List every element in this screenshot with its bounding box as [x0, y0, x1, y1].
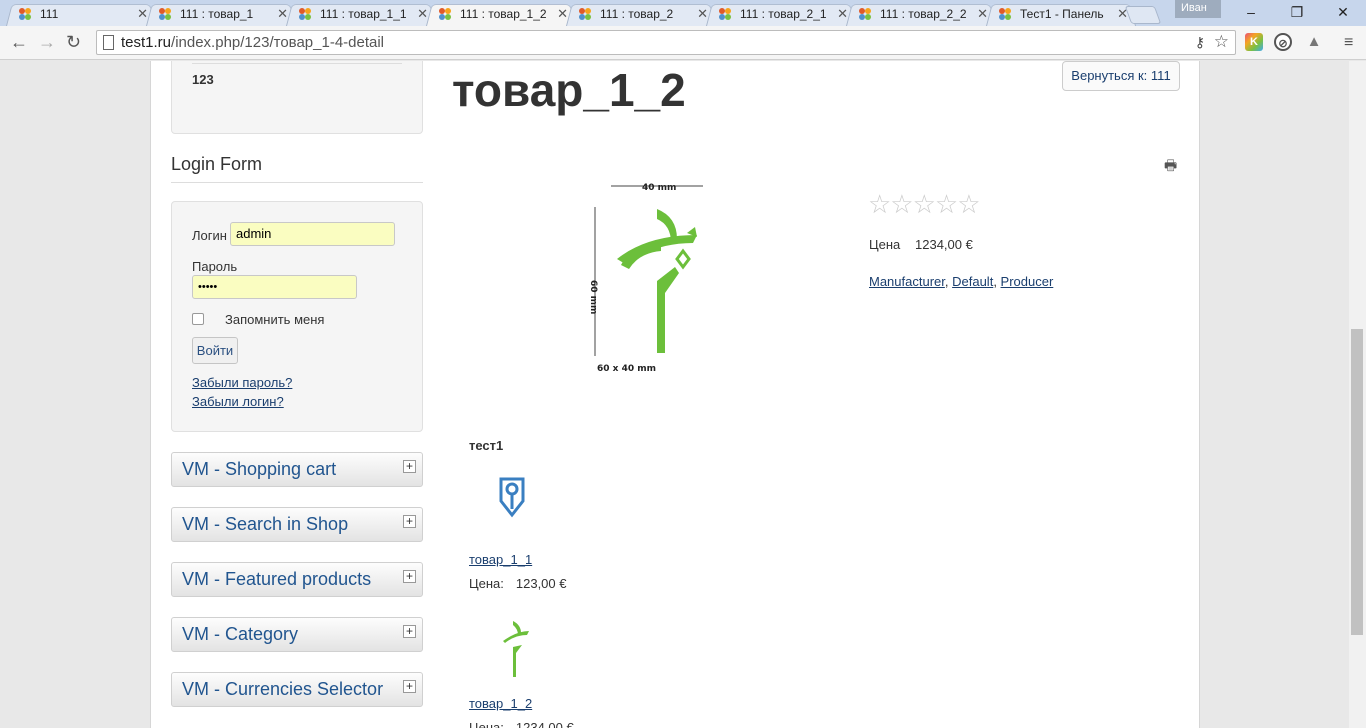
new-tab-button[interactable]	[1124, 6, 1162, 24]
menu-icon[interactable]: ≡	[1344, 34, 1353, 52]
profile-badge[interactable]: Иван	[1175, 0, 1221, 18]
back-target: 111	[1150, 68, 1171, 83]
module-label: VM - Category	[182, 624, 299, 644]
module-featured-products[interactable]: VM - Featured products +	[171, 562, 423, 597]
password-label: Пароль	[192, 259, 238, 274]
tab-tovar-2[interactable]: 111 : товар_2 ✕	[566, 2, 716, 26]
module-search-in-shop[interactable]: VM - Search in Shop +	[171, 507, 423, 542]
image-dimension-top: 40 mm	[642, 183, 676, 193]
page-viewport: 123 Login Form Логин admin Пароль ••••• …	[0, 61, 1366, 728]
expand-icon[interactable]: +	[403, 460, 416, 473]
joomla-icon	[439, 8, 451, 20]
username-field[interactable]: admin	[230, 222, 395, 246]
module-shopping-cart[interactable]: VM - Shopping cart +	[171, 452, 423, 487]
reload-icon[interactable]: ↻	[66, 32, 81, 53]
tab-111[interactable]: 111 ✕	[6, 2, 156, 26]
tab-test1-panel[interactable]: Тест1 - Панель ✕	[986, 2, 1136, 26]
back-label: Вернуться к:	[1071, 68, 1148, 83]
login-form-title: Login Form	[171, 154, 423, 183]
star-icon[interactable]: ☆	[1214, 32, 1229, 52]
tab-title: 111 : товар_2_2	[880, 7, 967, 21]
price-label: Цена	[869, 237, 901, 252]
joomla-icon	[719, 8, 731, 20]
login-button[interactable]: Войти	[192, 337, 238, 364]
back-to-category-button[interactable]: Вернуться к: 111	[1062, 61, 1180, 91]
manufacturer-link[interactable]: Producer	[1001, 274, 1054, 289]
expand-icon[interactable]: +	[403, 570, 416, 583]
tab-tovar-2-1[interactable]: 111 : товар_2_1 ✕	[706, 2, 856, 26]
tab-title: Тест1 - Панель	[1020, 7, 1104, 21]
print-icon[interactable]: 🖶	[1164, 155, 1177, 179]
tab-tovar-1[interactable]: 111 : товар_1 ✕	[146, 2, 296, 26]
module-currencies-selector[interactable]: VM - Currencies Selector +	[171, 672, 423, 707]
page-icon	[103, 35, 114, 50]
forgot-password-link[interactable]: Забыли пароль?	[192, 375, 292, 390]
related-product-link[interactable]: товар_1_1	[469, 552, 532, 567]
tab-title: 111 : товар_1_2	[460, 7, 547, 21]
tab-tovar-1-2[interactable]: 111 : товар_1_2 ✕	[426, 2, 576, 26]
manufacturer-link[interactable]: Default	[952, 274, 993, 289]
back-arrow-icon[interactable]: ←	[10, 32, 28, 53]
related-product-price: Цена: 1234,00 €	[469, 720, 574, 728]
joomla-icon	[159, 8, 171, 20]
forward-arrow-icon[interactable]: →	[38, 32, 56, 53]
expand-icon[interactable]: +	[403, 515, 416, 528]
module-label: VM - Featured products	[182, 569, 372, 589]
product-image[interactable]: 40 mm 60 mm 60 x 40 mm	[587, 181, 707, 375]
related-product-image[interactable]	[489, 465, 533, 535]
tab-tovar-1-1[interactable]: 111 : товар_1_1 ✕	[286, 2, 436, 26]
tab-title: 111 : товар_1_1	[320, 7, 407, 21]
remember-me-checkbox[interactable]	[192, 313, 204, 325]
scrollbar-thumb[interactable]	[1351, 329, 1363, 635]
minimize-icon[interactable]: –	[1228, 0, 1274, 24]
joomla-icon	[999, 8, 1011, 20]
key-icon[interactable]: ⚷	[1195, 34, 1205, 51]
restore-icon[interactable]: ❐	[1274, 0, 1320, 24]
rating-stars: ☆☆☆☆☆	[868, 189, 981, 219]
manufacturer-list: Manufacturer, Default, Producer	[869, 274, 1054, 289]
extension-compass-icon[interactable]: ⊘	[1274, 33, 1292, 51]
expand-icon[interactable]: +	[403, 625, 416, 638]
extension-k-icon[interactable]: K	[1245, 33, 1263, 51]
tab-title: 111	[40, 7, 59, 21]
scrollbar[interactable]	[1349, 61, 1366, 728]
tab-title: 111 : товар_1	[180, 7, 254, 21]
category-module: 123	[171, 61, 423, 134]
price-value: 1234,00 €	[915, 237, 973, 252]
tab-tovar-2-2[interactable]: 111 : товар_2_2 ✕	[846, 2, 996, 26]
related-product-price: Цена: 123,00 €	[469, 576, 567, 591]
page-content: 123 Login Form Логин admin Пароль ••••• …	[150, 61, 1200, 728]
module-label: VM - Search in Shop	[182, 514, 349, 534]
module-label: VM - Shopping cart	[182, 459, 337, 479]
manufacturer-link[interactable]: Manufacturer	[869, 274, 945, 289]
forgot-login-link[interactable]: Забыли логин?	[192, 394, 284, 409]
joomla-icon	[579, 8, 591, 20]
window-close-icon[interactable]: ✕	[1320, 0, 1366, 24]
related-products-title: тест1	[469, 438, 504, 453]
joomla-icon	[299, 8, 311, 20]
related-product-link[interactable]: товар_1_2	[469, 696, 532, 711]
remember-me-label: Запомнить меня	[225, 312, 325, 327]
tab-title: 111 : товар_2	[600, 7, 674, 21]
joomla-icon	[859, 8, 871, 20]
address-bar[interactable]: test1.ru/index.php/123/товар_1-4-detail …	[96, 30, 1236, 55]
tab-title: 111 : товар_2_1	[740, 7, 827, 21]
related-product-image[interactable]	[489, 611, 533, 681]
module-category[interactable]: VM - Category +	[171, 617, 423, 652]
image-caption: 60 x 40 mm	[597, 364, 656, 374]
expand-icon[interactable]: +	[403, 680, 416, 693]
login-form: Логин admin Пароль ••••• Запомнить меня …	[171, 201, 423, 432]
password-field[interactable]: •••••	[192, 275, 357, 299]
drive-icon[interactable]: ▲	[1305, 33, 1323, 51]
browser-toolbar: ← → ↻ test1.ru/index.php/123/товар_1-4-d…	[0, 26, 1366, 60]
joomla-icon	[19, 8, 31, 20]
username-label: Логин	[192, 228, 227, 243]
category-link[interactable]: 123	[192, 72, 214, 87]
module-label: VM - Currencies Selector	[182, 679, 384, 699]
url-text: test1.ru/index.php/123/товар_1-4-detail	[121, 34, 385, 51]
browser-tab-strip: 111 ✕ 111 : товар_1 ✕ 111 : товар_1_1 ✕ …	[0, 0, 1366, 26]
image-dimension-side: 60 mm	[588, 280, 598, 314]
product-title: товар_1_2	[452, 64, 686, 116]
